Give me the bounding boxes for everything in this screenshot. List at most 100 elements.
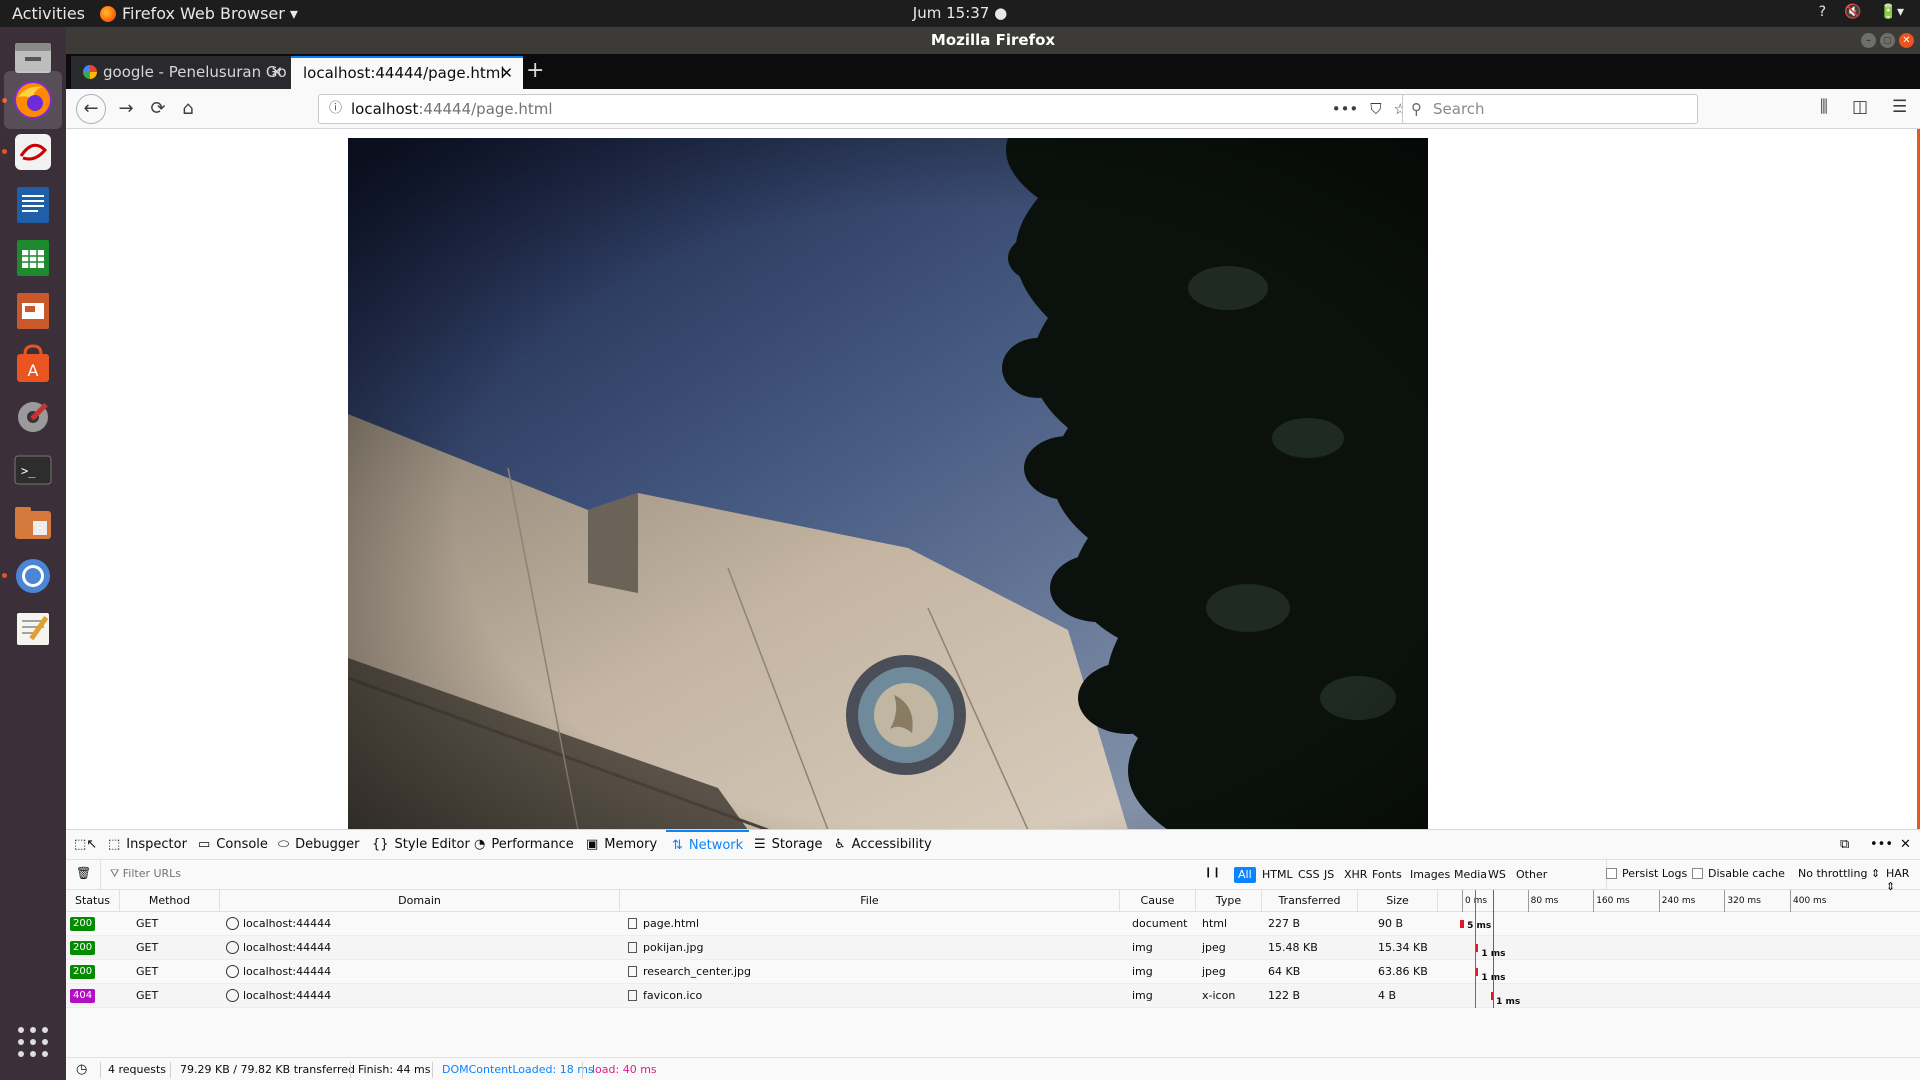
column-type[interactable]: Type xyxy=(1196,890,1262,912)
calc-icon[interactable] xyxy=(10,235,56,281)
dock-side-icon[interactable]: ⧉ xyxy=(1840,830,1849,860)
library-icon[interactable]: ⫼ xyxy=(1820,97,1828,117)
filter-html-button[interactable]: HTML xyxy=(1258,867,1297,883)
devtools-tabs: ⬚↖ ⬚ Inspector ▭ Console ⬭ Debugger {} Style… xyxy=(66,830,1920,860)
close-tab-icon[interactable]: ✕ xyxy=(270,56,283,89)
battery-icon[interactable]: 🔋▾ xyxy=(1880,4,1904,20)
tab-localhost-page[interactable]: localhost:44444/page.html ✕ xyxy=(291,56,523,89)
evolution-icon[interactable] xyxy=(10,129,56,175)
launcher-dock: A >_ xyxy=(0,27,66,1080)
hamburger-menu-icon[interactable]: ☰ xyxy=(1892,97,1907,117)
settings-icon[interactable] xyxy=(10,394,56,440)
clock[interactable]: Jum 15:37 ● xyxy=(913,4,1007,22)
column-file[interactable]: File xyxy=(620,890,1120,912)
persist-logs-checkbox[interactable] xyxy=(1606,868,1617,879)
software-center-icon[interactable]: A xyxy=(10,341,56,387)
domain-text: localhost:44444 xyxy=(243,941,332,954)
url-text[interactable]: localhost:44444/page.html xyxy=(351,95,553,123)
filter-images-button[interactable]: Images xyxy=(1406,867,1454,883)
clear-trash-icon[interactable]: 🗑 xyxy=(76,866,91,880)
devtools-menu-icon[interactable]: ••• xyxy=(1870,830,1893,860)
close-window-button[interactable]: ✕ xyxy=(1899,33,1914,48)
app-menu[interactable]: Firefox Web Browser ▾ xyxy=(100,4,298,23)
tab-label: Console xyxy=(216,837,268,852)
performance-analysis-icon[interactable]: ◷ xyxy=(76,1058,87,1080)
tab-console[interactable]: ▭ Console xyxy=(198,830,268,860)
filter-ws-button[interactable]: WS xyxy=(1484,867,1510,883)
gnome-top-bar: Activities Firefox Web Browser ▾ Jum 15:… xyxy=(0,0,1920,27)
sidebar-icon[interactable]: ◫ xyxy=(1852,97,1868,117)
writer-icon[interactable] xyxy=(10,182,56,228)
timeline-tick-label: 400 ms xyxy=(1790,890,1827,912)
chrome-icon[interactable] xyxy=(10,553,56,599)
finish-time: Finish: 44 ms xyxy=(358,1063,431,1076)
filter-url-field[interactable]: ⛛ Filter URLs xyxy=(110,867,181,881)
table-row[interactable]: 200 GET localhost:44444 page.html document ht… xyxy=(66,912,1920,936)
column-cause[interactable]: Cause xyxy=(1120,890,1196,912)
tab-accessibility[interactable]: ♿ Accessibility xyxy=(834,830,932,860)
file-cell: pokijan.jpg xyxy=(628,936,703,960)
reload-button[interactable]: ⟳ xyxy=(146,97,170,121)
terminal-icon[interactable]: >_ xyxy=(10,447,56,493)
throttling-select[interactable]: No throttling ⇕ xyxy=(1798,867,1880,880)
close-devtools-icon[interactable]: ✕ xyxy=(1900,830,1911,860)
tab-label: Memory xyxy=(604,837,658,852)
element-picker-icon[interactable]: ⬚↖ xyxy=(74,830,97,860)
firefox-icon[interactable] xyxy=(4,71,62,129)
filter-other-button[interactable]: Other xyxy=(1512,867,1551,883)
activities-button[interactable]: Activities xyxy=(12,4,85,23)
table-row[interactable]: 200 GET localhost:44444 pokijan.jpg img jpeg 1… xyxy=(66,936,1920,960)
url-bar[interactable]: ⓘ localhost:44444/page.html ••• ⛉ ☆ xyxy=(318,94,1418,124)
tab-performance[interactable]: ◔ Performance xyxy=(474,830,574,860)
svg-text:>_: >_ xyxy=(21,464,36,478)
disable-cache-checkbox[interactable] xyxy=(1692,868,1703,879)
domain-text: localhost:44444 xyxy=(243,965,332,978)
column-method[interactable]: Method xyxy=(120,890,220,912)
tab-network[interactable]: ⇅ Network xyxy=(666,830,750,860)
file-manager-icon[interactable] xyxy=(10,500,56,546)
tab-style-editor[interactable]: {} Style Editor xyxy=(372,830,470,860)
minimize-button[interactable]: – xyxy=(1861,33,1876,48)
table-row[interactable]: 404 GET localhost:44444 favicon.ico img x-ico… xyxy=(66,984,1920,1008)
volume-muted-icon[interactable]: 🔇 xyxy=(1844,4,1861,20)
size-cell: 90 B xyxy=(1378,917,1404,930)
pause-icon[interactable]: ❙❙ xyxy=(1204,867,1221,878)
site-info-icon[interactable]: ⓘ xyxy=(329,95,342,123)
back-button[interactable]: ← xyxy=(76,94,106,124)
app-grid-icon[interactable] xyxy=(10,1019,56,1065)
tab-memory[interactable]: ▣ Memory xyxy=(586,830,657,860)
inspector-icon: ⬚ xyxy=(108,837,121,852)
column-size[interactable]: Size xyxy=(1358,890,1438,912)
impress-icon[interactable] xyxy=(10,288,56,334)
size-cell: 63.86 KB xyxy=(1378,965,1428,978)
waterfall-bar xyxy=(1476,944,1479,952)
file-cell: research_center.jpg xyxy=(628,960,751,984)
filter-all-button[interactable]: All xyxy=(1234,867,1256,883)
pocket-icon[interactable]: ⛉ xyxy=(1370,95,1381,123)
column-transferred[interactable]: Transferred xyxy=(1262,890,1358,912)
devtools-panel: ⬚↖ ⬚ Inspector ▭ Console ⬭ Debugger {} Style… xyxy=(66,829,1920,1080)
system-tray[interactable]: ? 🔇 🔋▾ xyxy=(1819,4,1904,20)
google-favicon-icon xyxy=(83,65,97,79)
new-tab-button[interactable]: + xyxy=(526,58,544,83)
table-row[interactable]: 200 GET localhost:44444 research_center.jpg… xyxy=(66,960,1920,984)
waterfall-bar xyxy=(1476,968,1479,976)
column-status[interactable]: Status xyxy=(66,890,120,912)
tab-inspector[interactable]: ⬚ Inspector xyxy=(108,830,187,860)
forward-button[interactable]: → xyxy=(114,97,138,121)
help-icon[interactable]: ? xyxy=(1819,4,1826,20)
home-button[interactable]: ⌂ xyxy=(176,97,200,121)
filter-fonts-button[interactable]: Fonts xyxy=(1368,867,1406,883)
timeline-tick-label: 80 ms xyxy=(1527,890,1558,912)
filter-xhr-button[interactable]: XHR xyxy=(1340,867,1371,883)
close-tab-icon[interactable]: ✕ xyxy=(500,58,513,88)
search-input[interactable]: ⚲ Search xyxy=(1402,94,1698,124)
maximize-button[interactable]: ◻ xyxy=(1880,33,1895,48)
tab-debugger[interactable]: ⬭ Debugger xyxy=(278,830,359,860)
tab-storage[interactable]: ☰ Storage xyxy=(754,830,823,860)
page-actions-icon[interactable]: ••• xyxy=(1332,95,1359,123)
text-editor-icon[interactable] xyxy=(10,606,56,652)
tab-google-search[interactable]: google - Penelusuran Go ✕ xyxy=(71,56,293,89)
filter-js-button[interactable]: JS xyxy=(1320,867,1338,883)
column-domain[interactable]: Domain xyxy=(220,890,620,912)
